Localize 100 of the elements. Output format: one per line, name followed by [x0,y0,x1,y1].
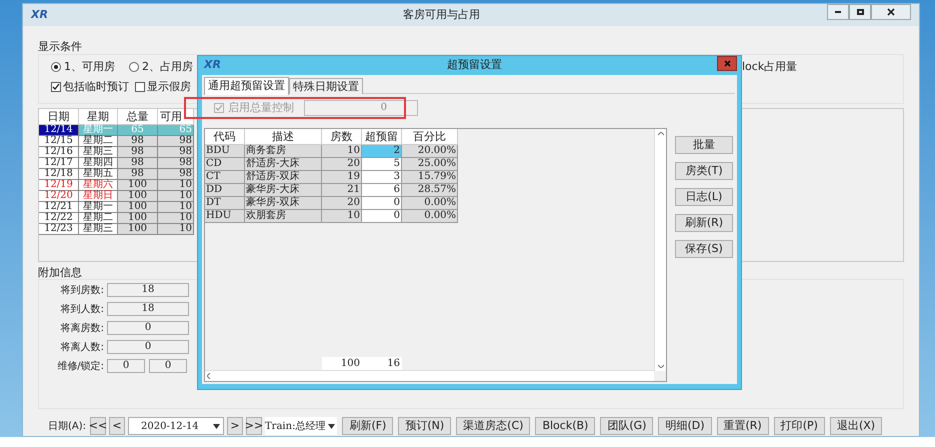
table-cell: 98 [158,136,194,147]
field-label: 将离人数: [60,340,105,354]
table-cell: 100 [118,180,158,191]
table-cell: 12/21 [39,202,79,213]
info-field: 18 [107,302,189,316]
table-cell: 65 [158,125,194,136]
dialog-title: 超预留设置 [447,57,502,74]
info-field: 18 [107,283,189,297]
table-cell: 星期日 [79,191,118,202]
table-cell: 星期四 [79,158,118,169]
table-cell: 星期一 [79,125,118,136]
window-title: 客房可用与占用 [403,6,480,23]
table-cell: 98 [118,147,158,158]
group-title: 显示条件 [38,40,83,54]
table-cell: 12/22 [39,213,79,224]
table-cell: 星期三 [79,147,118,158]
table-cell: 12/16 [39,147,79,158]
radio-label: 1、可用房 [64,59,115,75]
table-cell: 欢朋套房 [245,210,322,223]
table-cell: 98 [158,147,194,158]
table-cell: 12/19 [39,180,79,191]
group-title: 附加信息 [38,266,83,279]
table-cell: 10 [158,180,194,191]
table-cell: 100 [118,213,158,224]
table-cell: 12/14 [39,125,79,136]
column-header: 百分比 [402,129,458,145]
table-cell: 0 [362,210,402,223]
total-cell: 100 [322,357,362,370]
table-cell: 98 [158,158,194,169]
table-cell: DT [205,197,245,210]
table-cell: 10 [158,202,194,213]
column-header: 星期 [79,109,118,125]
table-cell: CD [205,158,245,171]
table-cell: DD [205,184,245,197]
table-cell: 3 [362,171,402,184]
table-cell: 豪华房-双床 [245,197,322,210]
table-cell: 10 [158,191,194,202]
table-cell: 98 [118,158,158,169]
table-cell: 星期五 [79,169,118,180]
table-cell: BDU [205,145,245,158]
checkbox-label: 启用总量控制 [228,100,294,116]
info-field: 0 [107,340,189,354]
info-field: 0 [149,359,187,373]
column-header: 超预留 [362,129,402,145]
table-cell: 20 [322,197,362,210]
radio-label: 2、占用房 [142,59,193,75]
table-cell: 10 [322,210,362,223]
table-cell: 100 [118,224,158,235]
table-cell: 100 [118,202,158,213]
table-cell: 25.00% [402,158,458,171]
column-header: 日期 [39,109,79,125]
table-cell: 19 [322,171,362,184]
column-header: 总量 [118,109,158,125]
table-cell: 0.00% [402,197,458,210]
table-cell: 12/15 [39,136,79,147]
checkbox-label: 包括临时预订 [63,78,129,94]
table-cell: 星期六 [79,180,118,191]
table-cell: 星期一 [79,202,118,213]
table-cell: 21 [322,184,362,197]
column-header: 代码 [205,129,245,145]
table-cell: 12/17 [39,158,79,169]
info-field: 0 [107,321,189,335]
field-label: 维修/锁定: [56,360,105,374]
checkbox-label: lock占用量 [742,59,798,75]
table-cell: 商务套房 [245,145,322,158]
table-cell: 28.57% [402,184,458,197]
table-cell: 10 [158,224,194,235]
table-cell: 0.00% [402,210,458,223]
field-label: 将离房数: [60,322,105,336]
app-logo: XR [204,57,221,74]
table-cell: 20 [322,158,362,171]
table-cell: 12/20 [39,191,79,202]
table-cell: 98 [118,136,158,147]
checkbox-label: 显示假房 [147,78,191,94]
table-cell: 98 [158,169,194,180]
table-cell: 12/18 [39,169,79,180]
table-cell: 98 [118,169,158,180]
date-label: 日期(A): [48,420,86,434]
table-cell: 10 [322,145,362,158]
table-cell: 65 [118,125,158,136]
table-cell: 20.00% [402,145,458,158]
table-cell: 15.79% [402,171,458,184]
column-header: 可用 [158,109,194,125]
column-header: 房数 [322,129,362,145]
table-cell: 舒适房-大床 [245,158,322,171]
table-cell: 星期二 [79,136,118,147]
table-cell: 星期二 [79,213,118,224]
table-cell: 舒适房-双床 [245,171,322,184]
field-label: 将到房数: [60,284,105,298]
table-cell: 5 [362,158,402,171]
table-cell: HDU [205,210,245,223]
table-cell: 星期三 [79,224,118,235]
info-field: 0 [107,359,145,373]
table-cell: 12/23 [39,224,79,235]
table-cell: 0 [362,197,402,210]
table-cell: CT [205,171,245,184]
table-cell: 6 [362,184,402,197]
field-label: 将到人数: [60,302,105,316]
table-cell: 2 [362,145,402,158]
total-cell: 16 [362,357,402,370]
